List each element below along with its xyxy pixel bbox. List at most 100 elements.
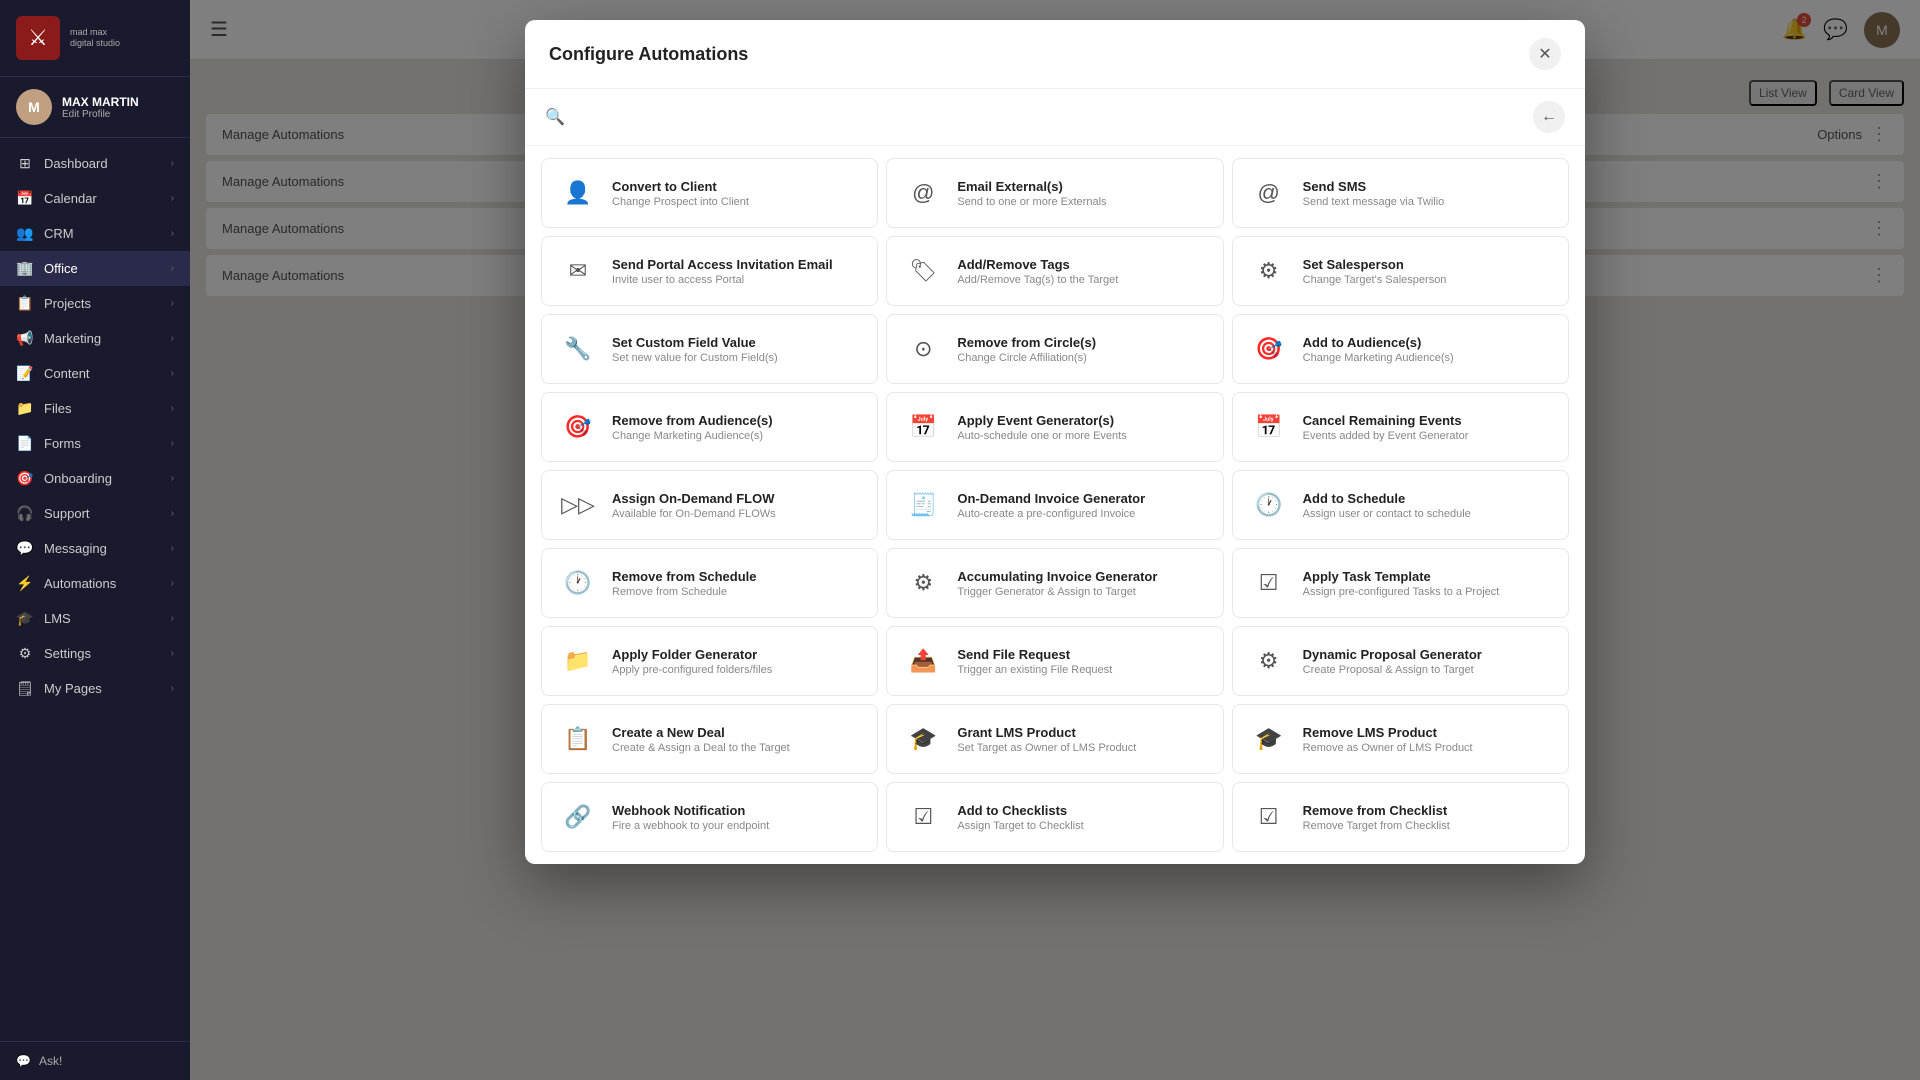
sidebar-item-support[interactable]: 🎧 Support › [0, 496, 190, 531]
automation-card-grant-lms-product[interactable]: 🎓Grant LMS ProductSet Target as Owner of… [886, 704, 1223, 774]
add-to-checklists-description: Assign Target to Checklist [957, 820, 1206, 832]
modal-close-button[interactable]: ✕ [1529, 38, 1561, 70]
send-sms-icon: @ [1249, 173, 1289, 213]
automation-card-set-custom-field[interactable]: 🔧 Set Custom Field ValueSet new value for… [541, 314, 878, 384]
apply-folder-generator-description: Apply pre-configured folders/files [612, 664, 861, 676]
automation-card-create-new-deal[interactable]: 📋Create a New DealCreate & Assign a Deal… [541, 704, 878, 774]
automation-card-webhook-notification[interactable]: 🔗Webhook NotificationFire a webhook to y… [541, 782, 878, 852]
automation-card-convert-to-client[interactable]: 👤Convert to ClientChange Prospect into C… [541, 158, 878, 228]
ask-button[interactable]: 💬 Ask! [0, 1041, 190, 1080]
automation-card-assign-on-demand-flow[interactable]: ▷▷ Assign On-Demand FLOWAvailable for On-… [541, 470, 878, 540]
sidebar-item-settings[interactable]: ⚙ Settings › [0, 636, 190, 671]
chevron-right-icon: › [171, 158, 174, 169]
automation-card-add-to-schedule[interactable]: 🕐Add to ScheduleAssign user or contact t… [1232, 470, 1569, 540]
search-input[interactable] [575, 109, 1523, 125]
automation-card-apply-event-generator[interactable]: 📅Apply Event Generator(s)Auto-schedule o… [886, 392, 1223, 462]
automation-card-remove-from-checklist[interactable]: ☑Remove from ChecklistRemove Target from… [1232, 782, 1569, 852]
sidebar-item-automations[interactable]: ⚡ Automations › [0, 566, 190, 601]
sidebar-item-lms[interactable]: 🎓 LMS › [0, 601, 190, 636]
chevron-right-icon: › [171, 333, 174, 344]
automation-card-send-file-request[interactable]: 📤Send File RequestTrigger an existing Fi… [886, 626, 1223, 696]
apply-event-generator-text: Apply Event Generator(s)Auto-schedule on… [957, 413, 1206, 442]
sidebar-item-label: Automations [44, 576, 116, 591]
sidebar-item-files[interactable]: 📁 Files › [0, 391, 190, 426]
webhook-notification-text: Webhook Notification Fire a webhook to yo… [612, 803, 861, 832]
automation-card-remove-from-circles[interactable]: ⊙Remove from Circle(s)Change Circle Affi… [886, 314, 1223, 384]
add-to-schedule-title: Add to Schedule [1303, 491, 1552, 506]
automation-card-add-remove-tags[interactable]: 🏷Add/Remove TagsAdd/Remove Tag(s) to the… [886, 236, 1223, 306]
automation-card-remove-from-audiences[interactable]: 🎯Remove from Audience(s)Change Marketing… [541, 392, 878, 462]
webhook-notification-title: Webhook Notification [612, 803, 861, 818]
automation-card-dynamic-proposal-generator[interactable]: ⚙Dynamic Proposal GeneratorCreate Propos… [1232, 626, 1569, 696]
create-new-deal-icon: 📋 [558, 719, 598, 759]
chevron-right-icon: › [171, 578, 174, 589]
sidebar-item-office[interactable]: 🏢 Office › [0, 251, 190, 286]
sidebar-item-calendar[interactable]: 📅 Calendar › [0, 181, 190, 216]
sidebar-item-label: Files [44, 401, 71, 416]
on-demand-invoice-generator-text: On-Demand Invoice GeneratorAuto-create a… [957, 491, 1206, 520]
set-custom-field-icon: 🔧 [558, 329, 598, 369]
convert-to-client-text: Convert to ClientChange Prospect into Cl… [612, 179, 861, 208]
ask-label: Ask! [39, 1054, 62, 1068]
edit-profile-link: Edit Profile [62, 109, 139, 120]
grant-lms-product-description: Set Target as Owner of LMS Product [957, 742, 1206, 754]
cancel-remaining-events-title: Cancel Remaining Events [1303, 413, 1552, 428]
logo-text: MAD MAX digital studio [70, 27, 120, 49]
modal-search-bar: 🔍 ← [525, 89, 1585, 146]
grant-lms-product-text: Grant LMS ProductSet Target as Owner of … [957, 725, 1206, 754]
automation-card-add-to-audiences[interactable]: 🎯 Add to Audience(s)Change Marketing Audi… [1232, 314, 1569, 384]
automation-card-remove-lms-product[interactable]: 🎓Remove LMS ProductRemove as Owner of LM… [1232, 704, 1569, 774]
lms-icon: 🎓 [16, 610, 34, 627]
sidebar-item-label: Content [44, 366, 90, 381]
automation-card-email-externals[interactable]: @Email External(s)Send to one or more Ex… [886, 158, 1223, 228]
dynamic-proposal-generator-description: Create Proposal & Assign to Target [1303, 664, 1552, 676]
send-portal-invitation-title: Send Portal Access Invitation Email [612, 257, 861, 272]
projects-icon: 📋 [16, 295, 34, 312]
automation-card-on-demand-invoice-generator[interactable]: 🧾On-Demand Invoice GeneratorAuto-create … [886, 470, 1223, 540]
set-custom-field-text: Set Custom Field ValueSet new value for … [612, 335, 861, 364]
webhook-notification-description: Fire a webhook to your endpoint [612, 820, 861, 832]
messaging-icon: 💬 [16, 540, 34, 557]
sidebar-item-my-pages[interactable]: 🗒 My Pages › [0, 671, 190, 706]
sidebar-item-forms[interactable]: 📄 Forms › [0, 426, 190, 461]
add-remove-tags-text: Add/Remove TagsAdd/Remove Tag(s) to the … [957, 257, 1206, 286]
assign-on-demand-flow-icon: ▷▷ [558, 485, 598, 525]
content-icon: 📝 [16, 365, 34, 382]
automation-card-add-to-checklists[interactable]: ☑Add to ChecklistsAssign Target to Check… [886, 782, 1223, 852]
sidebar-item-marketing[interactable]: 📢 Marketing › [0, 321, 190, 356]
back-button[interactable]: ← [1533, 101, 1565, 133]
apply-task-template-description: Assign pre-configured Tasks to a Project [1303, 586, 1552, 598]
automation-card-remove-from-schedule[interactable]: 🕐Remove from ScheduleRemove from Schedul… [541, 548, 878, 618]
remove-from-checklist-description: Remove Target from Checklist [1303, 820, 1552, 832]
add-to-audiences-icon: 🎯 [1249, 329, 1289, 369]
set-salesperson-title: Set Salesperson [1303, 257, 1552, 272]
user-info: MAX MARTIN Edit Profile [62, 95, 139, 120]
automation-card-send-sms[interactable]: @Send SMSSend text message via Twilio [1232, 158, 1569, 228]
apply-task-template-icon: ☑ [1249, 563, 1289, 603]
sidebar-item-crm[interactable]: 👥 CRM › [0, 216, 190, 251]
automation-card-apply-task-template[interactable]: ☑ Apply Task TemplateAssign pre-configure… [1232, 548, 1569, 618]
automation-card-send-portal-invitation[interactable]: ✉Send Portal Access Invitation EmailInvi… [541, 236, 878, 306]
assign-on-demand-flow-title: Assign On-Demand FLOW [612, 491, 861, 506]
sidebar-item-onboarding[interactable]: 🎯 Onboarding › [0, 461, 190, 496]
remove-from-circles-icon: ⊙ [903, 329, 943, 369]
sidebar-item-messaging[interactable]: 💬 Messaging › [0, 531, 190, 566]
automation-card-set-salesperson[interactable]: ⚙Set SalespersonChange Target's Salesper… [1232, 236, 1569, 306]
automation-card-apply-folder-generator[interactable]: 📁Apply Folder GeneratorApply pre-configu… [541, 626, 878, 696]
automation-card-cancel-remaining-events[interactable]: 📅Cancel Remaining EventsEvents added by … [1232, 392, 1569, 462]
main-content: ☰ 🔔 2 💬 M List View Card View Manage Aut… [190, 0, 1920, 1080]
sidebar-item-content[interactable]: 📝 Content › [0, 356, 190, 391]
apply-task-template-text: Apply Task TemplateAssign pre-configured… [1303, 569, 1552, 598]
add-to-audiences-text: Add to Audience(s)Change Marketing Audie… [1303, 335, 1552, 364]
assign-on-demand-flow-text: Assign On-Demand FLOWAvailable for On-De… [612, 491, 861, 520]
add-to-checklists-title: Add to Checklists [957, 803, 1206, 818]
sidebar-item-dashboard[interactable]: ⊞ Dashboard › [0, 146, 190, 181]
automation-card-accumulating-invoice-generator[interactable]: ⚙Accumulating Invoice GeneratorTrigger G… [886, 548, 1223, 618]
sidebar-item-projects[interactable]: 📋 Projects › [0, 286, 190, 321]
files-icon: 📁 [16, 400, 34, 417]
remove-from-circles-title: Remove from Circle(s) [957, 335, 1206, 350]
add-to-checklists-text: Add to Checklists Assign Target to Checkl… [957, 803, 1206, 832]
sidebar-user[interactable]: M MAX MARTIN Edit Profile [0, 77, 190, 138]
send-portal-invitation-icon: ✉ [558, 251, 598, 291]
add-to-audiences-title: Add to Audience(s) [1303, 335, 1552, 350]
